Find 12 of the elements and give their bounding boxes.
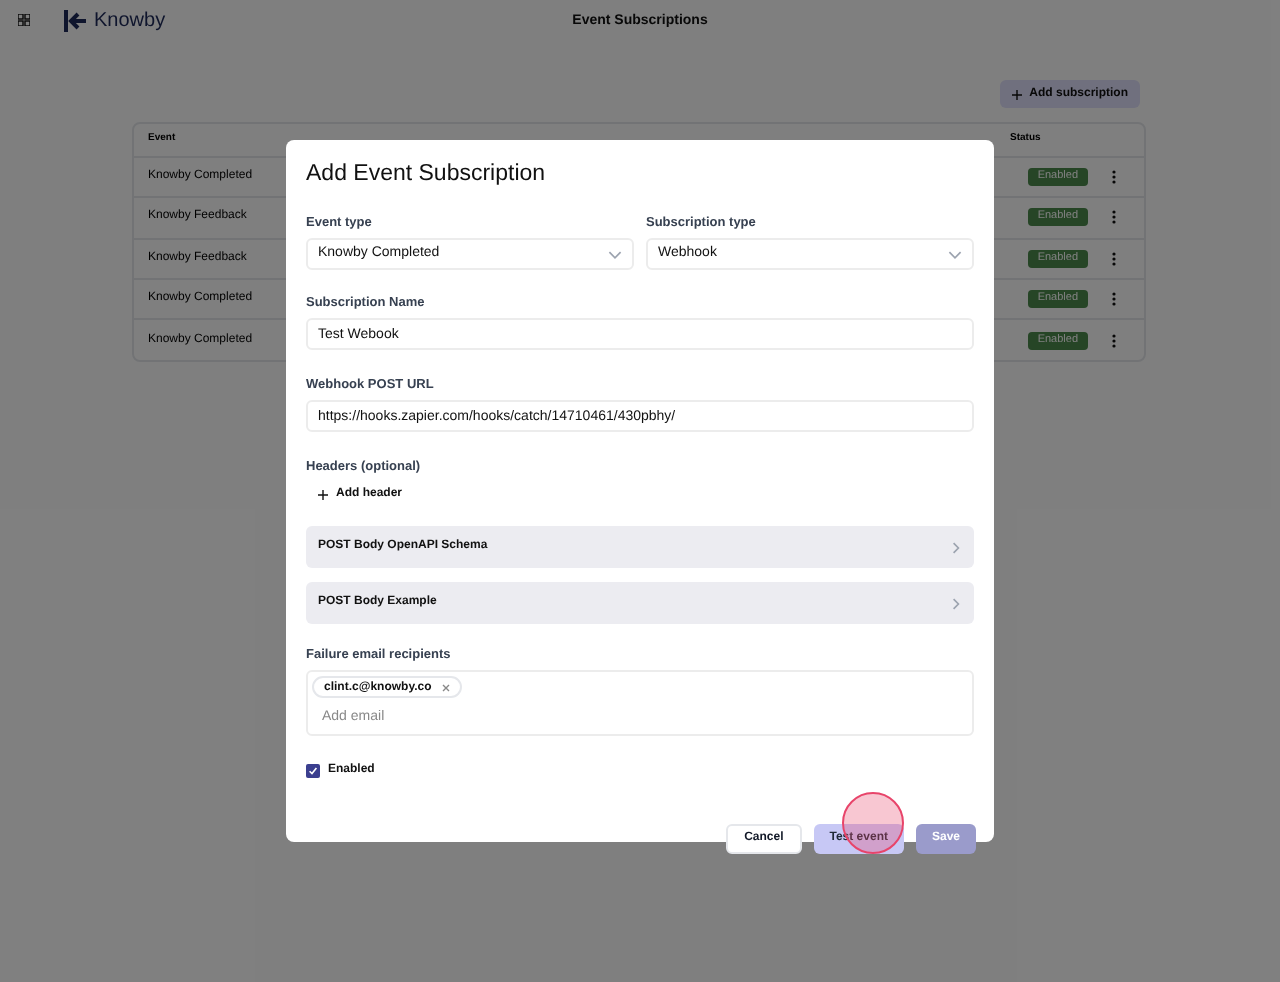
grid-menu-icon[interactable] [18, 14, 30, 26]
caret-icon [948, 249, 962, 259]
dialog-title: Add Event Subscription [306, 160, 546, 190]
chevron-icon [950, 597, 962, 609]
logo-icon [64, 9, 88, 31]
remove-icon[interactable] [441, 683, 450, 691]
brand-name: Knowby [94, 7, 166, 35]
caret-icon [608, 249, 622, 259]
chevron-icon [950, 541, 962, 553]
plus-icon [318, 489, 328, 499]
checkbox[interactable] [306, 764, 320, 778]
plus-icon [1011, 89, 1022, 99]
